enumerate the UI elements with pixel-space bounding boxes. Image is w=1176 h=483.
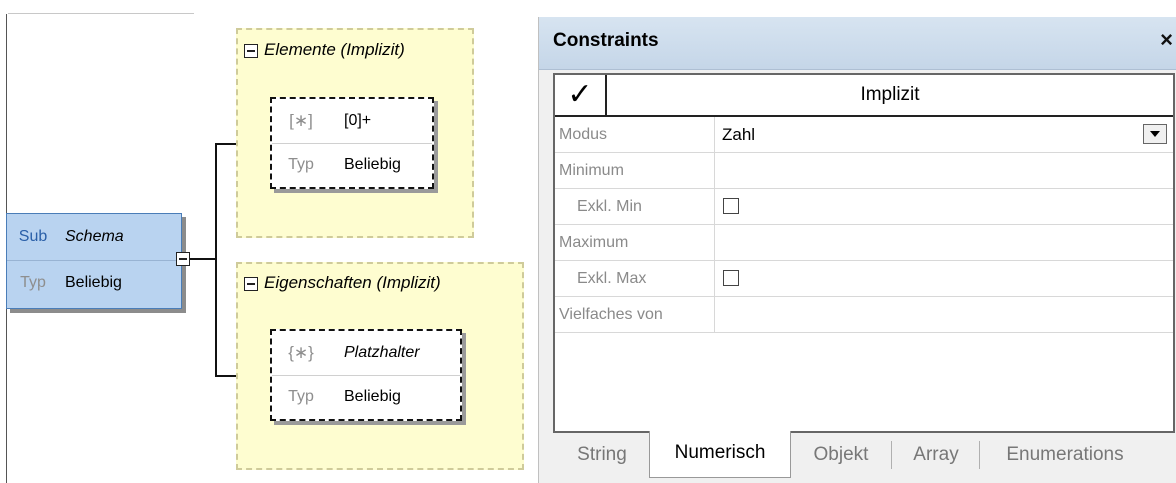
row-maximum[interactable]: Maximum: [555, 225, 1173, 261]
type-label: Typ: [288, 388, 314, 405]
row-label: Minimum: [555, 153, 715, 188]
tab-string[interactable]: String: [557, 433, 647, 477]
grid-header: ✓ Implizit: [555, 75, 1173, 117]
tab-separator: [891, 441, 892, 469]
tab-array[interactable]: Array: [895, 433, 977, 477]
tab-objekt[interactable]: Objekt: [793, 433, 889, 477]
tab-separator: [979, 441, 980, 469]
minimum-input[interactable]: [716, 153, 1173, 188]
maximum-input[interactable]: [716, 225, 1173, 260]
collapse-toggle-icon[interactable]: [176, 252, 190, 266]
modus-select[interactable]: Zahl: [716, 117, 1173, 152]
schema-node-type-row: Typ Beliebig: [7, 260, 181, 306]
sub-label: Sub: [18, 228, 48, 245]
properties-item-node[interactable]: {∗} Platzhalter Typ Beliebig: [270, 329, 462, 421]
schema-node-sub-row: Sub Schema: [7, 214, 181, 261]
connector-line: [215, 143, 217, 376]
collapse-toggle-icon[interactable]: [244, 44, 258, 58]
row-label: Maximum: [555, 225, 715, 260]
row-label: Modus: [555, 117, 715, 152]
tab-bar: String Numerisch Objekt Array Enumeratio…: [553, 431, 1176, 479]
type-value: Beliebig: [65, 274, 122, 291]
row-exkl-max[interactable]: Exkl. Max: [555, 261, 1173, 297]
exkl-min-checkbox[interactable]: [723, 198, 739, 214]
connector-line: [186, 258, 216, 260]
close-icon[interactable]: ×: [1160, 27, 1173, 53]
wildcard-icon: [∗]: [289, 111, 313, 130]
placeholder-name: Platzhalter: [344, 344, 420, 361]
constraints-grid: ✓ Implizit Modus Zahl Minimum Exkl. Min …: [553, 73, 1175, 433]
panel-title: Constraints: [553, 30, 659, 51]
checkmark-icon[interactable]: ✓: [555, 75, 607, 115]
elements-item-row: [∗] [0]+: [272, 99, 432, 144]
row-modus[interactable]: Modus Zahl: [555, 117, 1173, 153]
wildcard-icon: {∗}: [288, 343, 314, 362]
panel-header: Constraints ×: [539, 17, 1176, 70]
cardinality: [0]+: [344, 112, 372, 129]
type-label: Typ: [288, 156, 314, 173]
exkl-max-checkbox[interactable]: [723, 270, 739, 286]
tab-numerisch[interactable]: Numerisch: [649, 431, 791, 478]
collapse-toggle-icon[interactable]: [244, 277, 258, 291]
row-minimum[interactable]: Minimum: [555, 153, 1173, 189]
chevron-down-icon[interactable]: [1143, 124, 1167, 144]
type-value: Beliebig: [344, 156, 401, 173]
elements-item-type-row: Typ Beliebig: [272, 143, 432, 187]
type-label: Typ: [20, 274, 46, 291]
type-value: Beliebig: [344, 388, 401, 405]
schema-node[interactable]: Sub Schema Typ Beliebig: [6, 213, 182, 309]
elements-item-node[interactable]: [∗] [0]+ Typ Beliebig: [270, 97, 434, 189]
multiple-of-input[interactable]: [716, 297, 1173, 332]
properties-item-row: {∗} Platzhalter: [272, 331, 460, 376]
row-exkl-min[interactable]: Exkl. Min: [555, 189, 1173, 225]
canvas-border-top: [8, 13, 194, 14]
row-vielfaches[interactable]: Vielfaches von: [555, 297, 1173, 333]
elements-group-title: Elemente (Implizit): [264, 40, 405, 59]
row-label: Vielfaches von: [555, 297, 715, 332]
properties-item-type-row: Typ Beliebig: [272, 375, 460, 419]
row-label: Exkl. Min: [555, 189, 715, 224]
properties-group-title: Eigenschaften (Implizit): [264, 273, 441, 292]
row-label: Exkl. Max: [555, 261, 715, 296]
constraints-panel: Constraints × ✓ Implizit Modus Zahl Mini…: [538, 17, 1176, 483]
schema-diagram: Sub Schema Typ Beliebig Elemente (Impliz…: [0, 0, 538, 483]
schema-name: Schema: [65, 228, 124, 245]
tab-enumerations[interactable]: Enumerations: [983, 433, 1147, 477]
grid-header-title: Implizit: [860, 84, 920, 105]
